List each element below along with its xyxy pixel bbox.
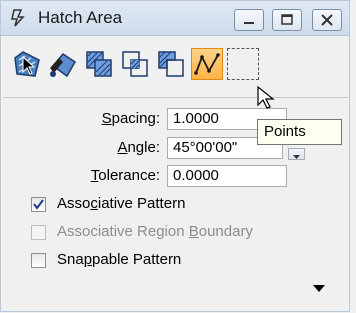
angle-label-wrap: Angle: xyxy=(1,137,160,159)
points-tooltip: Points xyxy=(257,119,342,145)
window-title: Hatch Area xyxy=(38,8,123,27)
associative-pattern-checkbox[interactable] xyxy=(31,197,46,212)
title-bar[interactable]: Hatch Area xyxy=(1,1,349,36)
mouse-cursor-icon xyxy=(256,85,280,115)
flood-icon xyxy=(50,53,76,78)
union-icon xyxy=(86,51,112,77)
tool-points[interactable] xyxy=(191,48,223,80)
tool-intersection[interactable] xyxy=(119,48,151,80)
snappable-pattern-checkbox[interactable] xyxy=(31,253,46,268)
tolerance-label: Tolerance: xyxy=(90,167,160,184)
expand-options-button[interactable] xyxy=(312,281,326,298)
triangle-down-icon xyxy=(313,285,325,292)
tool-difference[interactable] xyxy=(155,48,187,80)
restore-button[interactable] xyxy=(272,9,302,31)
associative-pattern-label: Associative Pattern xyxy=(57,195,186,212)
tool-element[interactable] xyxy=(11,48,43,80)
hatch-tool-icon xyxy=(9,8,27,28)
spacing-label: Spacing: xyxy=(101,110,160,127)
minimize-button[interactable] xyxy=(234,9,264,31)
snappable-pattern-label: Snappable Pattern xyxy=(57,251,182,268)
method-toolbar xyxy=(3,39,348,98)
tolerance-label-wrap: Tolerance: xyxy=(1,165,160,187)
angle-dropdown-button[interactable] xyxy=(288,148,305,160)
hatch-area-dialog: Hatch Area Spacing: 1.0000 Angle: 45°00'… xyxy=(0,0,350,312)
tolerance-input[interactable]: 0.0000 xyxy=(167,165,287,187)
tool-union[interactable] xyxy=(83,48,115,80)
associative-region-boundary-label: Associative Region Boundary xyxy=(57,223,253,240)
intersection-icon xyxy=(122,51,148,77)
tool-fence[interactable] xyxy=(227,48,259,80)
element-icon xyxy=(14,51,40,77)
checkmark-icon xyxy=(33,199,44,210)
tool-flood[interactable] xyxy=(47,48,79,80)
minimize-icon xyxy=(244,22,254,24)
angle-label: Angle: xyxy=(117,139,160,156)
close-icon xyxy=(321,14,333,26)
restore-icon xyxy=(281,14,293,25)
associative-region-boundary-checkbox[interactable] xyxy=(31,225,46,240)
chevron-down-icon xyxy=(293,155,300,159)
close-button[interactable] xyxy=(312,9,342,31)
difference-icon xyxy=(158,51,184,77)
points-icon xyxy=(194,53,220,75)
spacing-label-wrap: Spacing: xyxy=(1,108,160,130)
